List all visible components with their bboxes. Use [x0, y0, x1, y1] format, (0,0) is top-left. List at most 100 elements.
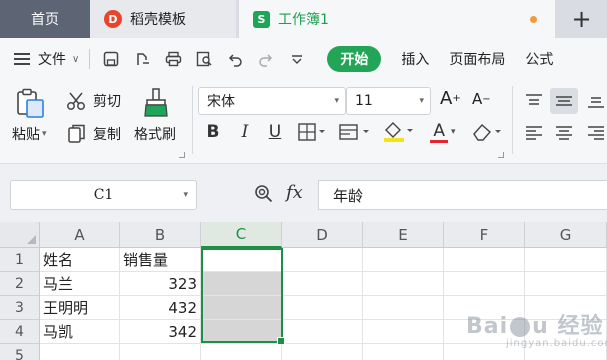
column-header-g[interactable]: G	[525, 222, 607, 248]
align-center-button[interactable]	[550, 120, 578, 146]
column-header-label: F	[479, 225, 489, 244]
tab-template[interactable]: D 稻壳模板	[90, 0, 236, 38]
row-header-4[interactable]: 4	[0, 320, 40, 344]
cell-d1[interactable]	[282, 248, 363, 272]
italic-button[interactable]: I	[234, 120, 256, 144]
cell-b2[interactable]: 323	[120, 272, 201, 296]
cell-g1[interactable]	[525, 248, 607, 272]
customize-toolbar-button[interactable]	[286, 48, 308, 70]
cell-c5[interactable]	[201, 344, 282, 360]
increase-font-size-button[interactable]: A +	[440, 88, 461, 109]
cell-b1[interactable]: 销售量	[120, 248, 201, 272]
cell-e1[interactable]	[363, 248, 444, 272]
row-header-1[interactable]: 1	[0, 248, 40, 272]
insert-function-button[interactable]: fx	[286, 182, 303, 203]
column-header-d[interactable]: D	[282, 222, 363, 248]
cell-f2[interactable]	[444, 272, 525, 296]
fill-color-button[interactable]	[382, 120, 416, 144]
cell-b5[interactable]	[120, 344, 201, 360]
format-painter-label-button[interactable]: 格式刷	[134, 124, 176, 144]
cell-e4[interactable]	[363, 320, 444, 344]
decrease-font-size-button[interactable]: A −	[472, 90, 491, 108]
export-pdf-button[interactable]	[131, 48, 153, 70]
paste-button[interactable]	[14, 86, 50, 120]
name-box[interactable]: C1 ▾	[10, 180, 197, 210]
zoom-search-icon[interactable]	[254, 184, 274, 204]
row-header-label: 2	[15, 275, 24, 292]
print-preview-button[interactable]	[193, 48, 215, 70]
cell-a3[interactable]: 王明明	[40, 296, 120, 320]
cell-c2[interactable]	[201, 272, 282, 296]
column-header-c[interactable]: C	[201, 222, 282, 248]
align-middle-button[interactable]	[550, 88, 578, 114]
paste-menu-button[interactable]: 粘贴 ▾	[12, 124, 47, 144]
column-header-label: E	[398, 225, 408, 244]
cut-button[interactable]: 剪切	[66, 90, 121, 112]
save-button[interactable]	[100, 48, 122, 70]
tab-page-layout[interactable]: 页面布局	[449, 49, 505, 69]
new-tab-button[interactable]: +	[556, 0, 607, 38]
font-color-button[interactable]: A ▾	[426, 120, 460, 144]
chevron-down-icon: ▾	[419, 96, 424, 106]
tab-formulas[interactable]: 公式	[525, 49, 553, 69]
align-right-button[interactable]	[582, 120, 607, 146]
cell-e5[interactable]	[363, 344, 444, 360]
cell-a1[interactable]: 姓名	[40, 248, 120, 272]
cell-a2[interactable]: 马兰	[40, 272, 120, 296]
cell-d2[interactable]	[282, 272, 363, 296]
print-icon	[165, 51, 182, 67]
tab-insert[interactable]: 插入	[401, 49, 429, 69]
cell-d5[interactable]	[282, 344, 363, 360]
clear-format-button[interactable]	[470, 120, 504, 144]
chevron-down-icon: ▾	[334, 96, 339, 106]
tab-workbook[interactable]: S 工作簿1	[239, 0, 555, 38]
undo-button[interactable]	[224, 48, 246, 70]
row-header-2[interactable]: 2	[0, 272, 40, 296]
column-header-e[interactable]: E	[363, 222, 444, 248]
align-top-button[interactable]	[520, 88, 548, 114]
cell-c1[interactable]	[201, 248, 282, 272]
font-name-select[interactable]: 宋体 ▾	[198, 87, 346, 115]
cell-b4[interactable]: 342	[120, 320, 201, 344]
name-box-value: C1	[93, 187, 114, 203]
minus-icon: −	[482, 93, 491, 105]
cell-b3[interactable]: 432	[120, 296, 201, 320]
redo-button[interactable]	[255, 48, 277, 70]
clipboard-group-launcher[interactable]	[179, 152, 185, 158]
align-left-button[interactable]	[520, 120, 548, 146]
hamburger-icon	[14, 53, 30, 65]
cell-d3[interactable]	[282, 296, 363, 320]
tab-home-ribbon[interactable]: 开始	[327, 46, 382, 72]
plus-icon: +	[452, 93, 461, 104]
font-group-launcher[interactable]	[498, 152, 504, 158]
font-size-select[interactable]: 11 ▾	[346, 87, 431, 115]
cell-d4[interactable]	[282, 320, 363, 344]
underline-button[interactable]: U	[264, 120, 286, 144]
select-all-button[interactable]	[0, 222, 40, 248]
print-button[interactable]	[162, 48, 184, 70]
cell-fill-style-button[interactable]	[338, 120, 372, 144]
bold-button[interactable]: B	[202, 120, 224, 144]
align-bottom-button[interactable]	[582, 88, 607, 114]
cell-f1[interactable]	[444, 248, 525, 272]
row-header-5[interactable]: 5	[0, 344, 40, 360]
cell-a4[interactable]: 马凯	[40, 320, 120, 344]
borders-button[interactable]	[296, 120, 328, 144]
cell-c3[interactable]	[201, 296, 282, 320]
format-painter-button[interactable]	[142, 86, 172, 120]
cell-a5[interactable]	[40, 344, 120, 360]
column-header-label: C	[235, 225, 247, 243]
cell-e2[interactable]	[363, 272, 444, 296]
row-header-3[interactable]: 3	[0, 296, 40, 320]
tab-home[interactable]: 首页	[0, 0, 90, 38]
column-header-a[interactable]: A	[40, 222, 120, 248]
formula-input[interactable]: 年龄	[318, 180, 607, 210]
column-header-f[interactable]: F	[444, 222, 525, 248]
copy-button[interactable]: 复制	[66, 123, 121, 145]
column-header-b[interactable]: B	[120, 222, 201, 248]
file-menu-button[interactable]: 文件 ∨	[14, 49, 79, 69]
cell-c4[interactable]	[201, 320, 282, 344]
cell-g2[interactable]	[525, 272, 607, 296]
chevron-down-icon: ▾	[42, 129, 47, 139]
cell-e3[interactable]	[363, 296, 444, 320]
